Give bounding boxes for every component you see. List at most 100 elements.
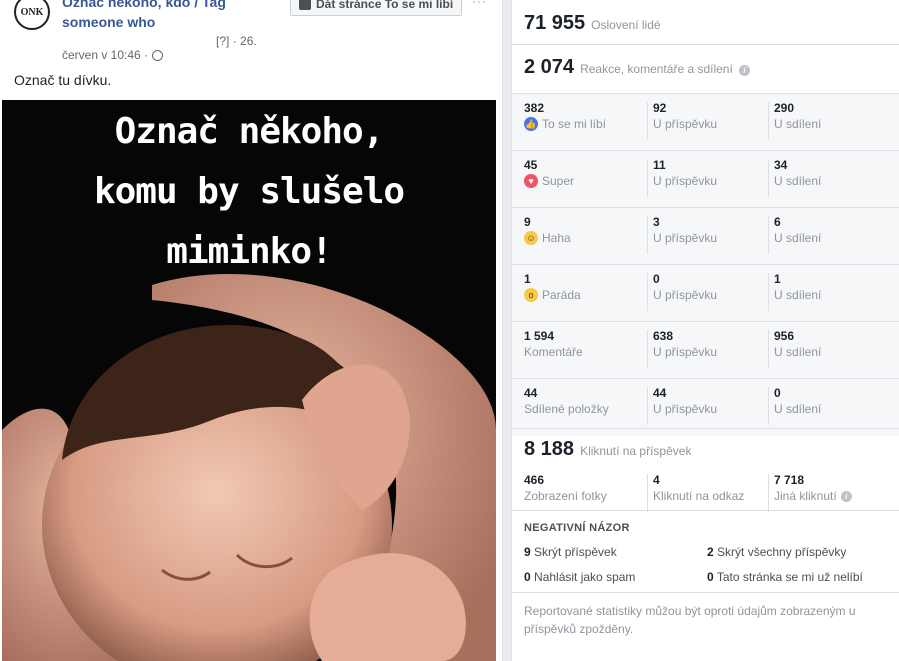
reaction-row-wow: 1 o Paráda 0 U příspěvku 1 U sdílení: [512, 265, 899, 322]
unlike-stat: 0 Tato stránka se mi už nelíbí: [707, 570, 863, 584]
shares-value: 1: [774, 272, 781, 286]
reach-stat: 71 955 Oslovení lidé: [524, 12, 661, 35]
on-post-label: U příspěvku: [653, 117, 718, 131]
column-divider: [647, 216, 648, 254]
hide-all-stat: 2 Skrýt všechny příspěvky: [707, 545, 846, 559]
reaction-label: To se mi líbí: [542, 117, 607, 131]
hint-separator: ·: [232, 34, 237, 48]
reaction-row-haha: 9 ☺ Haha 3 U příspěvku 6 U sdílení: [512, 208, 899, 265]
shares-label: U sdílení: [774, 345, 822, 359]
shares-label: U sdílení: [774, 402, 822, 416]
shares-value: 956: [774, 329, 795, 343]
shared-total: 44: [524, 386, 538, 400]
shared-label: Sdílené položky: [524, 402, 609, 416]
post-hint: [?] · 26.: [216, 34, 257, 48]
insights-screen: ONK Označ někoho, kdo / Tag someone who …: [0, 0, 899, 661]
post-meta: červen v 10:46 ·: [62, 48, 164, 62]
negative-feedback-heading: NEGATIVNÍ NÁZOR: [524, 522, 630, 534]
column-divider: [768, 159, 769, 197]
photo-caption-line: miminko!: [166, 231, 332, 272]
photo-caption-line: komu by slušelo: [93, 171, 405, 212]
on-post-value: 92: [653, 101, 667, 115]
reach-label: Oslovení lidé: [591, 18, 661, 32]
on-post-value: 3: [653, 215, 660, 229]
photo-caption: Označ někoho, komu by slušelo miminko!: [2, 100, 496, 282]
haha-icon: ☺: [524, 231, 538, 245]
column-divider: [768, 330, 769, 368]
column-divider: [768, 102, 769, 140]
reaction-label: Super: [542, 174, 575, 188]
unlike-label: Tato stránka se mi už nelíbí: [716, 570, 863, 584]
comments-row: 1 594 Komentáře 638 U příspěvku 956 U sdíle…: [512, 322, 899, 379]
shares-label: U sdílení: [774, 288, 822, 302]
on-post-label: U příspěvku: [653, 288, 718, 302]
column-divider: [647, 330, 648, 368]
on-post-value: 0: [653, 272, 660, 286]
engagement-value: 2 074: [524, 56, 575, 78]
shares-value: 6: [774, 215, 781, 229]
shares-value: 290: [774, 101, 795, 115]
insights-panel: 71 955 Oslovení lidé 2 074 Reakce, komen…: [511, 0, 899, 661]
column-divider: [768, 474, 769, 512]
shares-value: 0: [774, 386, 781, 400]
column-divider: [768, 216, 769, 254]
avatar-text: ONK: [20, 6, 44, 18]
engagement-label: Reakce, komentáře a sdílení: [580, 62, 733, 76]
other-clicks-cell: 7 718 Jiná kliknutí i: [774, 472, 852, 504]
on-post-label: U příspěvku: [653, 231, 718, 245]
hide-post-value: 9: [524, 545, 531, 559]
post-clicks-stat: 8 188 Kliknutí na příspěvek: [524, 438, 691, 461]
reaction-row-like: 382 👍 To se mi líbí 92 U příspěvku 290 U sdí…: [512, 94, 899, 151]
like-page-button[interactable]: Dát stránce To se mi líbí: [290, 0, 463, 16]
photo-views-label: Zobrazení fotky: [524, 489, 607, 503]
reaction-total: 9: [524, 215, 531, 229]
on-post-value: 11: [653, 158, 666, 172]
page-name-link[interactable]: Označ někoho, kdo / Tag someone who: [62, 0, 262, 32]
post-timestamp[interactable]: červen v 10:46 ·: [62, 48, 148, 62]
photo-caption-line: Označ někoho,: [114, 111, 385, 152]
column-divider: [647, 387, 648, 425]
on-post-label: U příspěvku: [653, 174, 718, 188]
spam-stat: 0 Nahlásit jako spam: [524, 570, 635, 584]
photo-views-cell: 466 Zobrazení fotky: [524, 472, 607, 504]
on-post-label: U příspěvku: [653, 345, 718, 359]
divider: [512, 428, 899, 429]
reach-value: 71 955: [524, 12, 586, 34]
post-photo[interactable]: Označ někoho, komu by slušelo miminko!: [2, 100, 496, 661]
globe-icon: [152, 49, 164, 61]
other-clicks-label: Jiná kliknutí: [774, 489, 837, 503]
thumbs-up-icon: [299, 0, 311, 10]
reaction-total: 382: [524, 101, 545, 115]
unlike-value: 0: [707, 570, 714, 584]
page-avatar[interactable]: ONK: [14, 0, 50, 30]
info-icon[interactable]: i: [738, 65, 750, 76]
reaction-label: Paráda: [542, 288, 581, 302]
column-divider: [647, 474, 648, 512]
hint-link[interactable]: [?]: [216, 34, 229, 48]
reaction-total: 1: [524, 272, 531, 286]
link-clicks-label: Kliknutí na odkaz: [653, 489, 745, 503]
hide-all-label: Skrýt všechny příspěvky: [717, 545, 847, 559]
link-clicks-cell: 4 Kliknutí na odkaz: [653, 472, 744, 504]
spam-label: Nahlásit jako spam: [534, 570, 636, 584]
shares-label: U sdílení: [774, 231, 822, 245]
divider: [512, 510, 899, 511]
reactions-grid: 382 👍 To se mi líbí 92 U příspěvku 290 U sdí…: [512, 94, 899, 436]
more-options-icon[interactable]: ···: [472, 0, 487, 8]
column-divider: [768, 273, 769, 311]
link-clicks-value: 4: [653, 473, 660, 487]
shares-value: 34: [774, 158, 788, 172]
on-post-value: 638: [653, 329, 674, 343]
column-divider: [647, 102, 648, 140]
info-icon[interactable]: i: [840, 490, 852, 502]
engagement-stat: 2 074 Reakce, komentáře a sdílení i: [524, 56, 750, 79]
love-icon: ♥: [524, 174, 538, 188]
shares-label: U sdílení: [774, 117, 822, 131]
column-divider: [647, 273, 648, 311]
stats-delay-note: Reportované statistiky můžou být oproti …: [524, 604, 856, 636]
comments-label: Komentáře: [524, 345, 583, 359]
reaction-total: 45: [524, 158, 538, 172]
like-icon: 👍: [524, 117, 538, 131]
hide-post-label: Skrýt příspěvek: [534, 545, 617, 559]
column-divider: [647, 159, 648, 197]
